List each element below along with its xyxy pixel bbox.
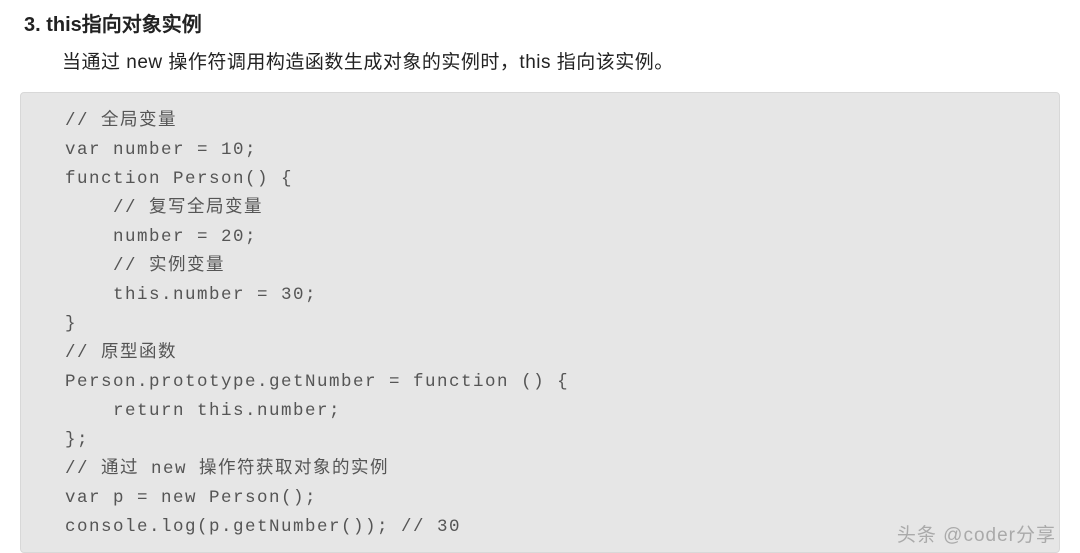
- section-paragraph: 当通过 new 操作符调用构造函数生成对象的实例时，this 指向该实例。: [62, 47, 1060, 74]
- section-heading: 3. this指向对象实例: [24, 8, 1060, 37]
- code-block: // 全局变量 var number = 10; function Person…: [20, 92, 1060, 553]
